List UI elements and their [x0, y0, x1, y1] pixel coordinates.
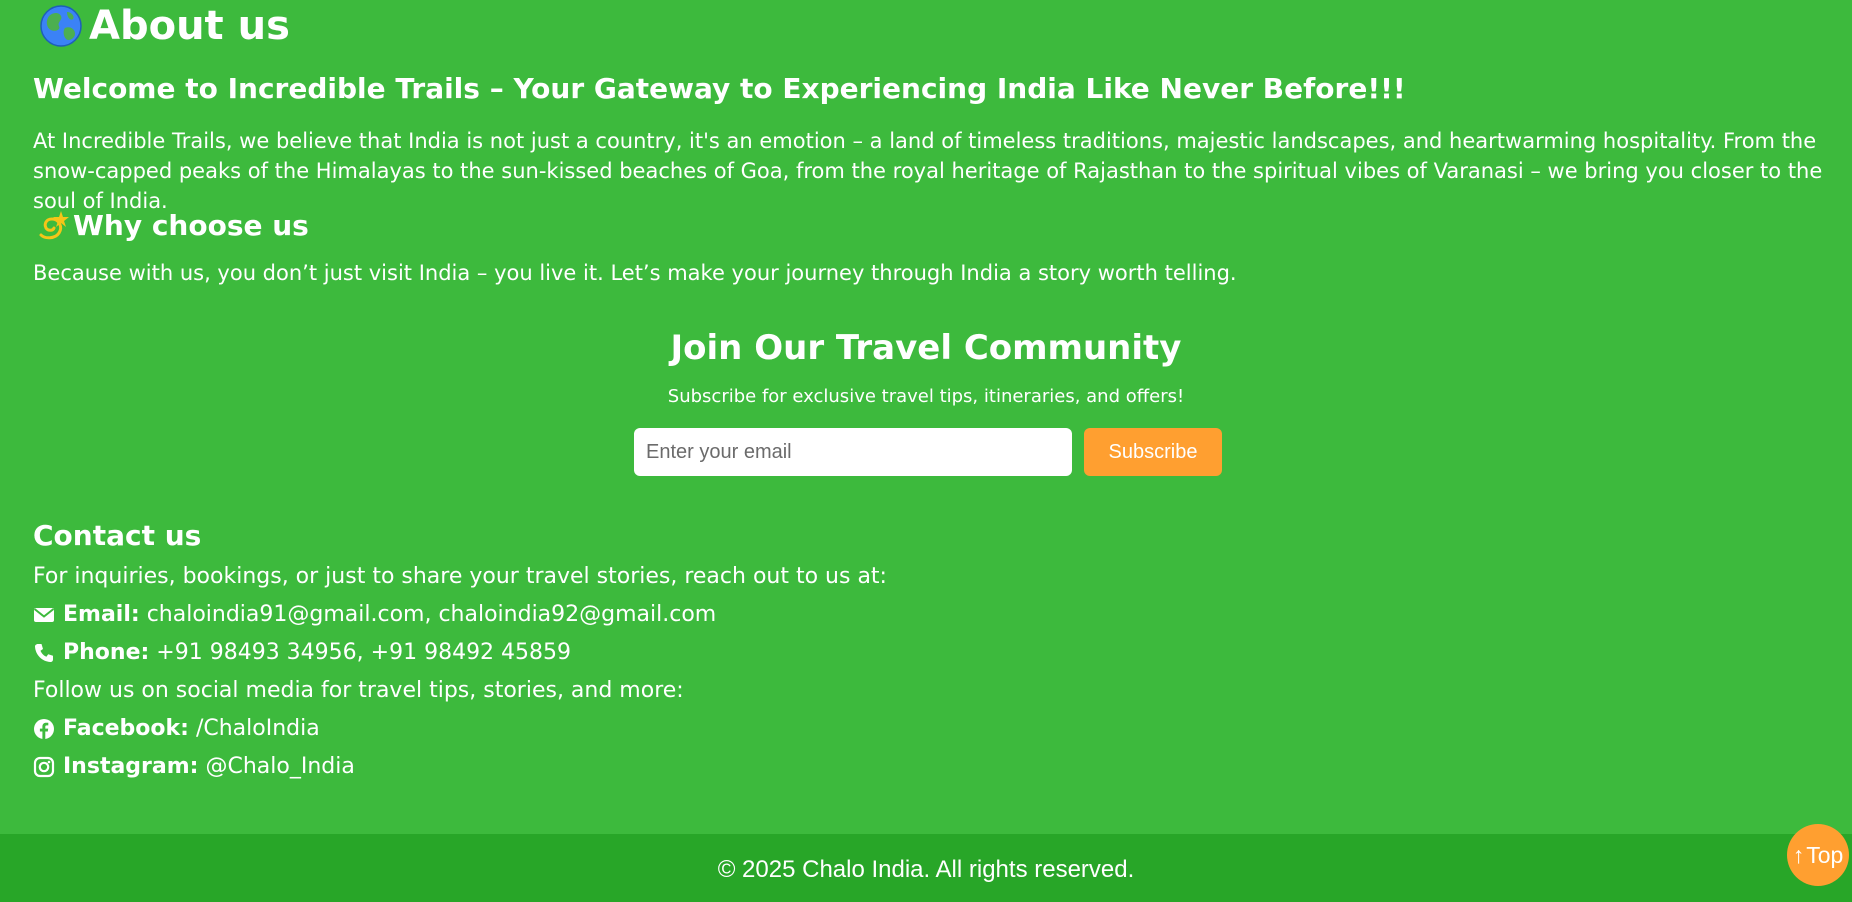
contact-section: Contact us For inquiries, bookings, or j… — [33, 514, 933, 786]
dizzy-star-icon — [39, 211, 69, 240]
footer-copyright: © 2025 Chalo India. All rights reserved. — [717, 856, 1135, 883]
why-choose-us-title: Why choose us — [35, 206, 309, 246]
scroll-to-top-label: Top — [1806, 841, 1844, 868]
instagram-line[interactable]: Instagram: @Chalo_India — [33, 748, 933, 786]
why-choose-us-text: Why choose us — [73, 209, 309, 242]
why-choose-us-paragraph: Because with us, you don’t just visit In… — [33, 261, 1237, 285]
subscribe-button[interactable]: Subscribe — [1084, 428, 1222, 476]
contact-email-line: Email: chaloindia91@gmail.com, chaloindi… — [33, 596, 933, 634]
facebook-icon — [34, 719, 54, 739]
phone-label: Phone: — [63, 640, 150, 665]
community-subtitle: Subscribe for exclusive travel tips, iti… — [667, 386, 1185, 407]
facebook-line[interactable]: Facebook: /ChaloIndia — [33, 710, 933, 748]
globe-icon — [40, 5, 82, 47]
arrow-up-icon: ↑ — [1792, 841, 1805, 868]
welcome-heading: Welcome to Incredible Trails – Your Gate… — [33, 72, 1406, 105]
intro-paragraph: At Incredible Trails, we believe that In… — [33, 129, 1823, 213]
footer: © 2025 Chalo India. All rights reserved. — [0, 834, 1852, 902]
subscribe-form: Subscribe — [634, 428, 1222, 476]
instagram-label: Instagram: — [63, 754, 199, 779]
community-title: Join Our Travel Community — [670, 328, 1182, 368]
facebook-value[interactable]: /ChaloIndia — [196, 710, 320, 748]
social-intro-text: Follow us on social media for travel tip… — [33, 678, 684, 703]
about-title-text: About us — [89, 3, 290, 49]
instagram-value[interactable]: @Chalo_India — [205, 748, 354, 786]
contact-title: Contact us — [33, 519, 202, 552]
social-intro: Follow us on social media for travel tip… — [33, 672, 933, 710]
envelope-icon — [33, 608, 55, 622]
phone-icon — [35, 644, 53, 662]
scroll-to-top-button[interactable]: ↑ Top — [1787, 824, 1849, 886]
email-input[interactable] — [634, 428, 1072, 476]
instagram-icon — [33, 756, 55, 778]
contact-phone-line: Phone: +91 98493 34956, +91 98492 45859 — [33, 634, 933, 672]
contact-intro: For inquiries, bookings, or just to shar… — [33, 558, 933, 596]
about-title: About us — [39, 2, 290, 50]
community-section: Join Our Travel Community Subscribe for … — [0, 322, 1852, 410]
email-value: chaloindia91@gmail.com, chaloindia92@gma… — [146, 602, 717, 627]
email-label: Email: — [63, 602, 140, 627]
facebook-label: Facebook: — [63, 716, 189, 741]
phone-value: +91 98493 34956, +91 98492 45859 — [156, 640, 572, 665]
contact-intro-text: For inquiries, bookings, or just to shar… — [33, 564, 887, 589]
